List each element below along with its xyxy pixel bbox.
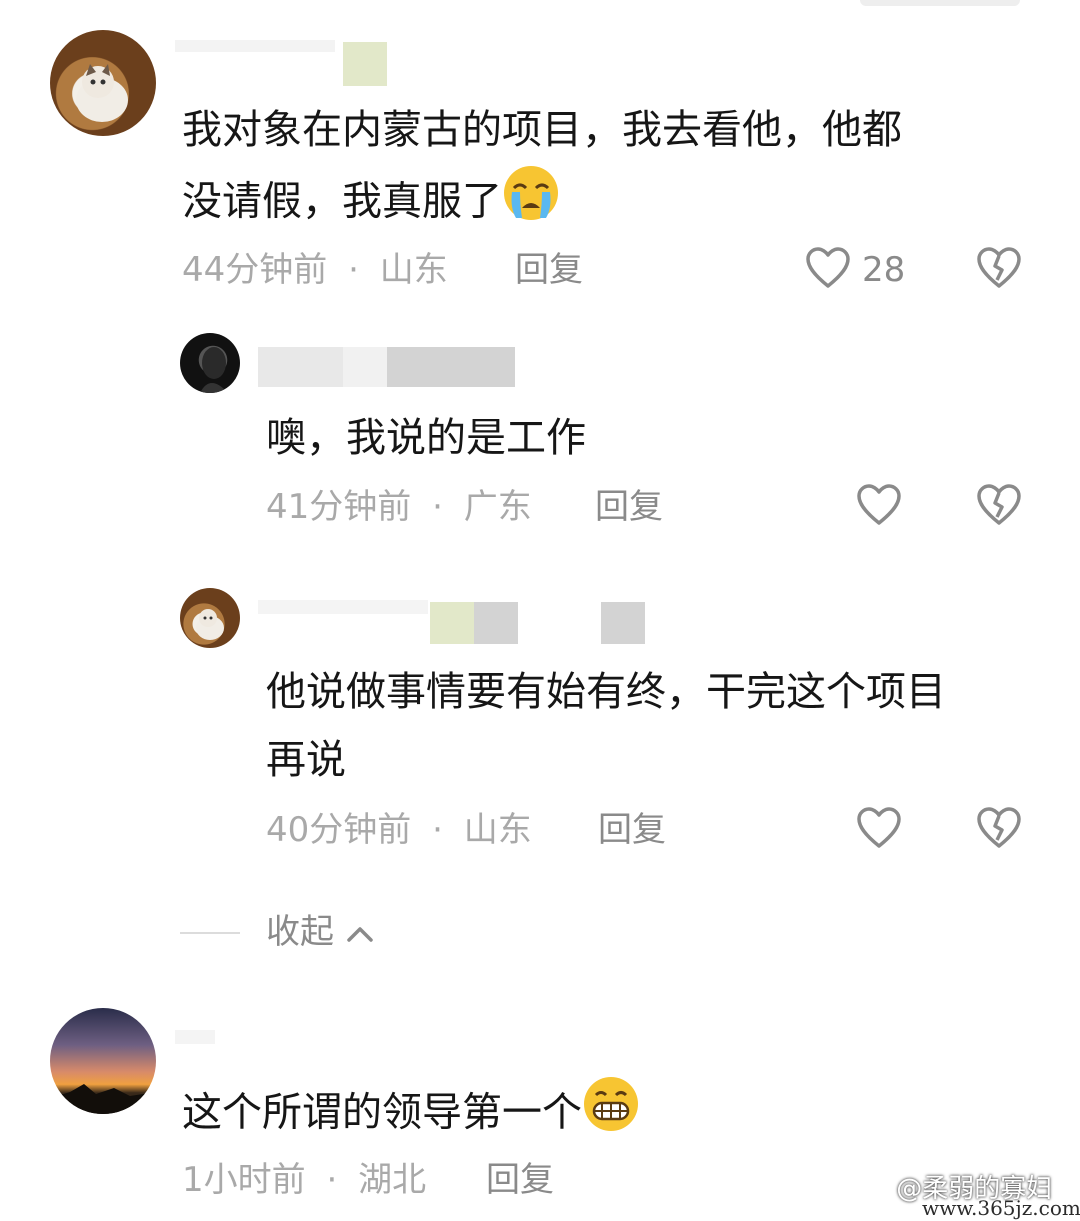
username-redacted — [175, 1030, 215, 1044]
reply-button[interactable]: 回复 — [598, 810, 666, 850]
username-redacted — [430, 602, 474, 644]
collapse-button[interactable]: 收起 — [266, 912, 375, 952]
dislike-button[interactable] — [976, 483, 1022, 531]
avatar[interactable] — [180, 588, 240, 648]
crying-face-icon — [502, 164, 560, 243]
reply-button[interactable]: 回复 — [515, 250, 583, 290]
watermark-url: www.365jz.com — [922, 1196, 1080, 1220]
username-redacted — [601, 602, 645, 644]
paw-icon — [862, 1176, 888, 1203]
comment-text: 这个所谓的领导第一个 — [182, 1075, 640, 1154]
comment-meta: 44分钟前 · 山东 — [182, 250, 448, 290]
heart-icon — [806, 247, 850, 288]
username-redacted — [175, 40, 335, 52]
like-count: 28 — [862, 250, 906, 290]
comment-text: 我对象在内蒙古的项目，我去看他，他都 没请假，我真服了 — [182, 96, 1042, 243]
comment-text: 他说做事情要有始有终，干完这个项目 再说 — [266, 669, 946, 783]
reply-button[interactable]: 回复 — [486, 1160, 554, 1200]
top-cutoff-element — [860, 0, 1020, 6]
grinning-face-icon — [582, 1075, 640, 1154]
like-button[interactable] — [856, 483, 902, 531]
chevron-up-icon — [347, 926, 373, 942]
comment-meta: 41分钟前 · 广东 — [266, 487, 532, 527]
broken-heart-icon — [977, 484, 1021, 525]
username-redacted — [258, 600, 428, 614]
dislike-button[interactable] — [976, 806, 1022, 854]
like-button[interactable] — [805, 246, 851, 294]
heart-icon — [857, 807, 901, 848]
dislike-button[interactable] — [976, 246, 1022, 294]
reply-button[interactable]: 回复 — [595, 487, 663, 527]
comment-meta: 40分钟前 · 山东 — [266, 810, 532, 850]
username-redacted — [343, 42, 387, 86]
avatar[interactable] — [50, 1008, 156, 1114]
username-redacted — [258, 347, 343, 387]
broken-heart-icon — [977, 807, 1021, 848]
collapse-label: 收起 — [266, 912, 334, 952]
like-button[interactable] — [856, 806, 902, 854]
comment-meta: 1小时前 · 湖北 — [182, 1160, 427, 1200]
heart-icon — [857, 484, 901, 525]
username-redacted — [387, 347, 515, 387]
username-redacted — [343, 347, 387, 387]
username-redacted — [474, 602, 518, 644]
comment-text: 噢，我说的是工作 — [266, 415, 586, 461]
avatar[interactable] — [180, 333, 240, 393]
avatar[interactable] — [50, 30, 156, 136]
collapse-divider — [180, 932, 240, 934]
broken-heart-icon — [977, 247, 1021, 288]
